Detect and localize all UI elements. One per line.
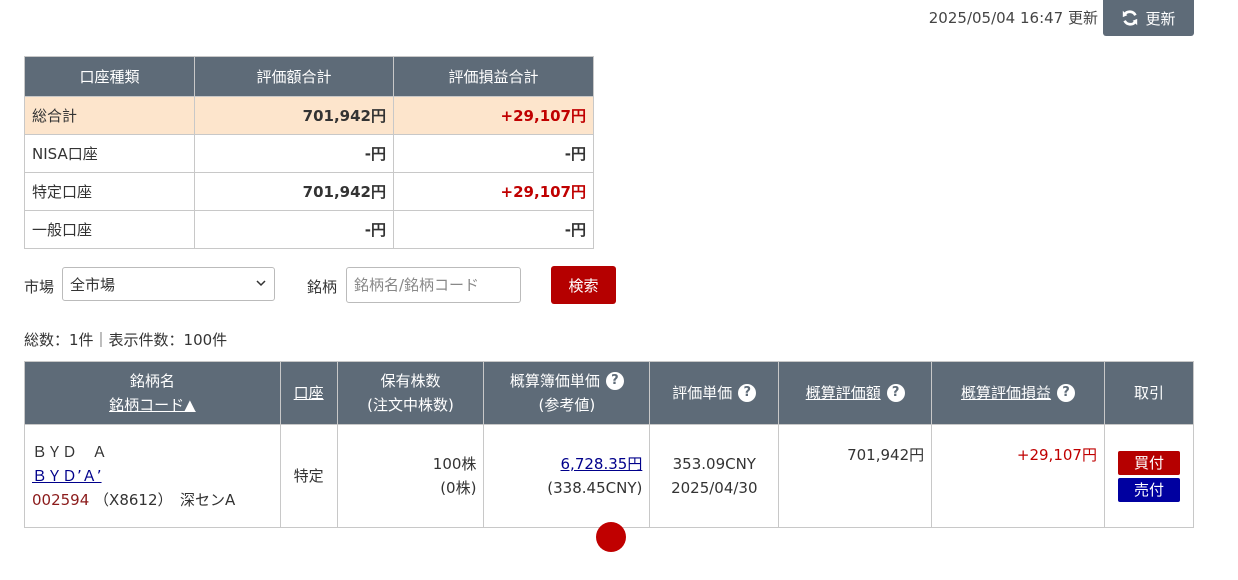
shares-cell: 100株 (0株) xyxy=(336,424,485,528)
sort-profit-loss-link[interactable]: 概算評価損益 xyxy=(961,384,1051,402)
col-book-price: 概算簿価単価? (参考値) xyxy=(483,361,651,425)
book-price-link[interactable]: 6,728.35円 xyxy=(561,455,643,473)
profit-loss-total: +29,107円 xyxy=(393,96,594,135)
col-stock-name-label: 銘柄名 xyxy=(129,372,175,390)
profit-loss-total: -円 xyxy=(393,134,594,173)
trade-cell: 買付 売付 xyxy=(1103,424,1195,528)
chevron-down-icon xyxy=(256,280,266,287)
summary-header-row: 口座種類 評価額合計 評価損益合計 xyxy=(24,56,594,97)
help-icon[interactable]: ? xyxy=(886,384,905,402)
stock-link[interactable]: ＢＹＤ’Ａ’ xyxy=(32,467,102,485)
account-type: 総合計 xyxy=(24,96,195,135)
col-unit-price-label: 評価単価 xyxy=(672,384,733,402)
stock-search-input[interactable] xyxy=(346,267,521,303)
stock-cell: ＢＹＤ Ａ ＢＹＤ’Ａ’ 002594 （X8612） 深センA xyxy=(24,424,281,528)
stock-code: 002594 xyxy=(32,491,90,509)
update-timestamp: 2025/05/04 16:47 更新 xyxy=(928,9,1098,27)
refresh-icon xyxy=(1123,10,1138,26)
book-price-cell: 6,728.35円 (338.45CNY) xyxy=(483,424,651,528)
holdings-table: 銘柄名 銘柄コード▲ 口座 保有株数 (注文中株数) 概算簿価単価? (参考値)… xyxy=(24,361,1195,528)
market-select-value: 全市場 xyxy=(70,275,116,294)
sort-account-link[interactable]: 口座 xyxy=(294,384,324,402)
holdings-header-row: 銘柄名 銘柄コード▲ 口座 保有株数 (注文中株数) 概算簿価単価? (参考値)… xyxy=(24,361,1195,425)
account-type: 一般口座 xyxy=(24,210,195,249)
unit-price: 353.09CNY xyxy=(672,455,756,473)
sell-button[interactable]: 売付 xyxy=(1117,477,1180,502)
summary-row-total: 総合計 701,942円 +29,107円 xyxy=(24,96,594,135)
col-value: 概算評価額? xyxy=(778,361,933,425)
summary-row-general: 一般口座 -円 -円 xyxy=(24,210,594,249)
buy-button[interactable]: 買付 xyxy=(1117,450,1180,475)
search-button[interactable]: 検索 xyxy=(551,266,616,304)
stock-name: ＢＹＤ Ａ xyxy=(32,443,108,461)
table-row: ＢＹＤ Ａ ＢＹＤ’Ａ’ 002594 （X8612） 深センA 特定 100株… xyxy=(24,424,1195,528)
refresh-label: 更新 xyxy=(1145,9,1176,28)
summary-header: 評価額合計 xyxy=(194,56,394,97)
col-trade: 取引 xyxy=(1103,361,1195,425)
help-icon[interactable]: ? xyxy=(605,372,624,390)
valuation-total: -円 xyxy=(194,134,394,173)
col-profit-loss: 概算評価損益? xyxy=(931,361,1105,425)
profit-loss-total: -円 xyxy=(393,210,594,249)
valuation-total: 701,942円 xyxy=(194,96,394,135)
col-unit-price: 評価単価? xyxy=(649,361,780,425)
top-bar: 2025/05/04 16:47 更新 更新 xyxy=(0,0,1238,40)
summary-row-nisa: NISA口座 -円 -円 xyxy=(24,134,594,173)
help-icon[interactable]: ? xyxy=(738,384,757,402)
valuation-total: -円 xyxy=(194,210,394,249)
valuation-total: 701,942円 xyxy=(194,172,394,211)
stock-label: 銘柄 xyxy=(307,278,338,296)
summary-row-specific: 特定口座 701,942円 +29,107円 xyxy=(24,172,594,211)
col-shares: 保有株数 (注文中株数) xyxy=(336,361,485,425)
result-counts: 総数：1件｜表示件数：100件 xyxy=(24,331,228,349)
col-book-price-label: 概算簿価単価 xyxy=(509,372,600,390)
account-type: 特定口座 xyxy=(24,172,195,211)
account-summary-table: 口座種類 評価額合計 評価損益合計 総合計 701,942円 +29,107円 … xyxy=(24,56,594,249)
market-select[interactable]: 全市場 xyxy=(62,267,275,301)
value-cell: 701,942円 xyxy=(778,424,933,528)
search-form: 市場 全市場 銘柄 検索 xyxy=(24,266,624,304)
profit-loss-cell: +29,107円 xyxy=(931,424,1105,528)
col-book-price-sub: (参考値) xyxy=(538,396,596,414)
summary-header: 評価損益合計 xyxy=(393,56,594,97)
col-shares-label: 保有株数 xyxy=(380,372,441,390)
scroll-top-button[interactable] xyxy=(596,522,626,552)
help-icon[interactable]: ? xyxy=(1057,384,1076,402)
stock-code-extra: （X8612） 深センA xyxy=(94,491,236,509)
market-label: 市場 xyxy=(24,278,55,296)
account-cell: 特定 xyxy=(279,424,338,528)
sort-value-link[interactable]: 概算評価額 xyxy=(806,384,881,402)
shares-pending: (0株) xyxy=(440,479,477,497)
unit-price-cell: 353.09CNY 2025/04/30 xyxy=(649,424,780,528)
col-stock-name: 銘柄名 銘柄コード▲ xyxy=(24,361,281,425)
account-type: NISA口座 xyxy=(24,134,195,173)
sort-stock-code-link[interactable]: 銘柄コード▲ xyxy=(109,396,196,414)
unit-price-date: 2025/04/30 xyxy=(671,479,758,497)
refresh-button[interactable]: 更新 xyxy=(1103,0,1194,36)
col-account: 口座 xyxy=(279,361,338,425)
summary-header: 口座種類 xyxy=(24,56,195,97)
col-shares-sub: (注文中株数) xyxy=(367,396,454,414)
shares-held: 100株 xyxy=(432,455,477,473)
profit-loss-total: +29,107円 xyxy=(393,172,594,211)
book-price-cny: (338.45CNY) xyxy=(547,479,643,497)
